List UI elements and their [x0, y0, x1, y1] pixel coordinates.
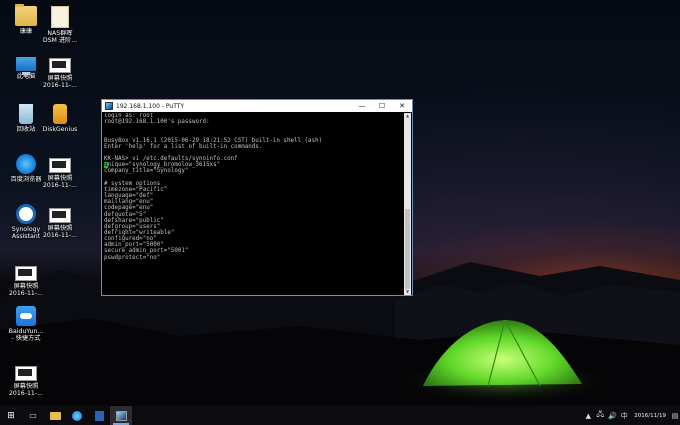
terminal-output[interactable]: login as: root root@192.168.1.100's passw… [104, 113, 402, 294]
desktop-icon-label: DiskGenius [42, 126, 78, 133]
desktop-icon-label: 屏幕快照 2016-11-... [43, 75, 77, 89]
screenshot-icon [15, 366, 37, 381]
recycle-bin-icon [19, 104, 33, 124]
screenshot-icon [49, 158, 71, 173]
start-button[interactable]: ⊞ [0, 406, 22, 425]
action-center-icon[interactable]: ▤ [670, 406, 680, 425]
network-icon[interactable]: 🖧 [594, 406, 606, 425]
folder-icon [15, 4, 37, 26]
baidu-cloud-icon [16, 306, 36, 326]
maximize-button[interactable]: ☐ [372, 100, 392, 112]
screenshot-icon [15, 266, 37, 281]
scroll-up-arrow-icon[interactable]: ▲ [404, 113, 411, 119]
screenshot-icon [49, 58, 71, 73]
desktop-icon-label: 屏幕快照 2016-11-... [43, 175, 77, 189]
terminal-line-text: nique="synology_bromolow_3615xs" [107, 162, 221, 169]
file-icon [51, 6, 69, 28]
desktop-icon[interactable]: 屏幕快照 2016-11-... [4, 362, 48, 397]
synology-icon [16, 204, 36, 224]
scroll-thumb[interactable] [405, 209, 410, 289]
putty-taskbar-button[interactable] [110, 406, 132, 425]
browser-taskbar-button[interactable] [66, 406, 88, 425]
desktop: 康康 NAS群晖 DSM 进阶... 此电脑 屏幕快照 2016-11-... 回收站 D… [0, 0, 680, 406]
desktop-icon[interactable]: 屏幕快照 2016-11-... [38, 154, 82, 189]
disk-icon [53, 104, 67, 124]
folder-icon [49, 411, 61, 420]
putty-window[interactable]: 192.168.1.100 - PuTTY — ☐ ✕ login as: ro… [101, 99, 413, 296]
desktop-icon-label: 屏幕快照 2016-11-... [9, 383, 43, 397]
task-view-icon: ▭ [29, 411, 37, 420]
desktop-icon[interactable]: 屏幕快照 2016-11-... [4, 262, 48, 297]
close-button[interactable]: ✕ [392, 100, 412, 112]
terminal-scrollbar[interactable]: ▲ ▼ [404, 113, 411, 295]
desktop-icon[interactable]: 屏幕快照 2016-11-... [38, 204, 82, 239]
desktop-icon[interactable]: BaiduYun... - 快捷方式 [4, 306, 48, 342]
window-title: 192.168.1.100 - PuTTY [116, 102, 185, 110]
desktop-icon-label: BaiduYun... - 快捷方式 [8, 328, 44, 342]
word-taskbar-button[interactable] [88, 406, 110, 425]
task-view-button[interactable]: ▭ [22, 406, 44, 425]
desktop-icon[interactable]: 屏幕快照 2016-11-... [38, 54, 82, 89]
putty-app-icon [105, 102, 113, 110]
desktop-icon[interactable]: NAS群晖 DSM 进阶... [38, 6, 82, 44]
windows-logo-icon: ⊞ [7, 410, 15, 421]
terminal-line: pswdprotect="no" [104, 254, 161, 261]
show-hidden-icons-chevron-icon[interactable]: ▲ [582, 406, 594, 425]
desktop-icon[interactable]: DiskGenius [38, 104, 82, 133]
desktop-icon-label: NAS群晖 DSM 进阶... [42, 30, 78, 44]
clock-date[interactable]: 2016/11/19 [634, 413, 666, 419]
putty-icon [115, 410, 127, 421]
browser-icon [16, 154, 36, 174]
desktop-icon-label: 屏幕快照 2016-11-... [9, 283, 43, 297]
screenshot-icon [49, 208, 71, 223]
taskbar: ⊞ ▭ ▲ 🖧 🔊 中 2016/11/19 ▤ [0, 406, 680, 425]
putty-titlebar[interactable]: 192.168.1.100 - PuTTY — ☐ ✕ [102, 100, 412, 112]
input-method-icon[interactable]: 中 [618, 406, 630, 425]
document-icon [94, 410, 104, 421]
desktop-icon-label: 屏幕快照 2016-11-... [43, 225, 77, 239]
file-explorer-button[interactable] [44, 406, 66, 425]
pc-icon [16, 57, 36, 75]
scroll-down-arrow-icon[interactable]: ▼ [404, 289, 411, 295]
volume-icon[interactable]: 🔊 [606, 406, 618, 425]
system-tray: ▲ 🖧 🔊 中 2016/11/19 ▤ [582, 406, 680, 425]
browser-icon [72, 410, 82, 421]
minimize-button[interactable]: — [352, 100, 372, 112]
